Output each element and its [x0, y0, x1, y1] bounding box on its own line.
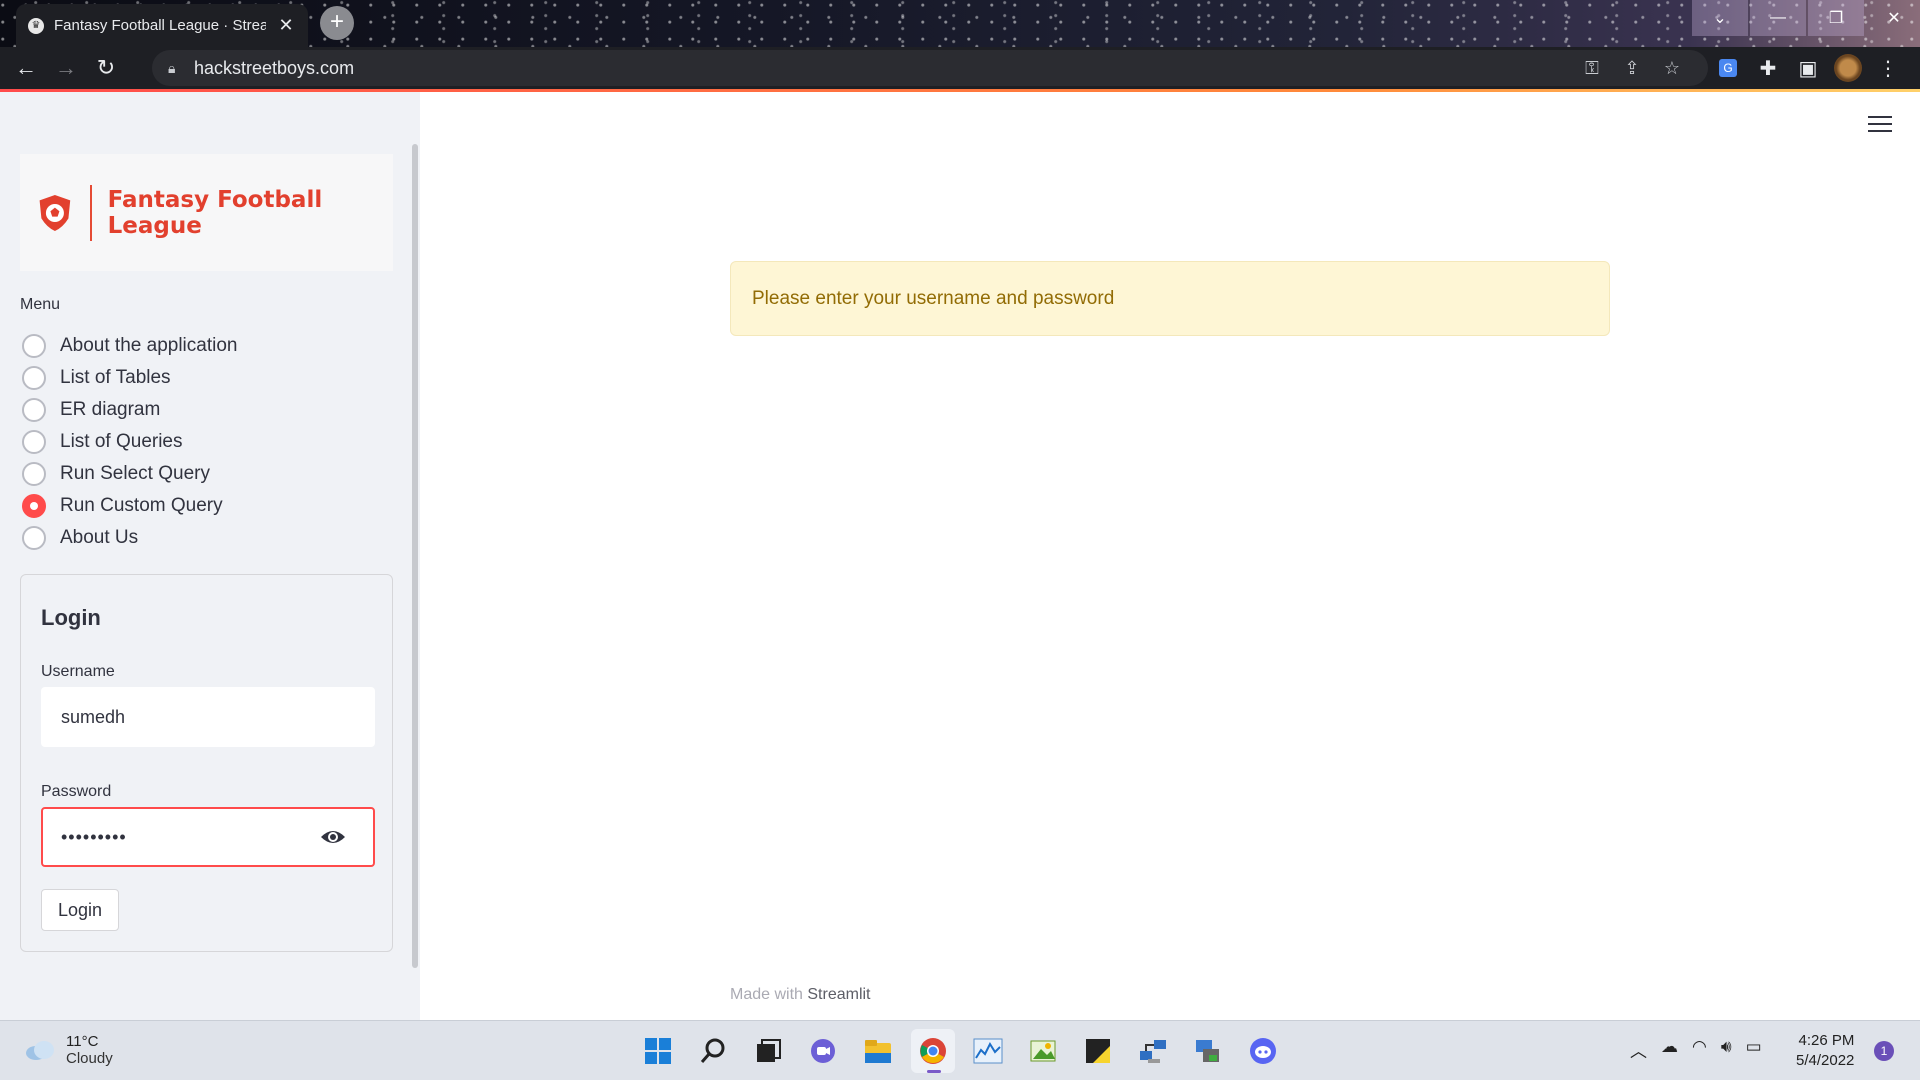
cloud-icon — [26, 1041, 54, 1060]
app-logo: Fantasy Football League — [20, 154, 393, 271]
clock[interactable]: 4:26 PM 5/4/2022 — [1796, 1031, 1854, 1071]
menu-item-label: List of Queries — [60, 431, 183, 452]
onedrive-cloud-icon[interactable]: ☁ — [1661, 1037, 1678, 1062]
menu-item-label: About Us — [60, 527, 139, 548]
streamlit-favicon-icon: ♛ — [28, 17, 44, 34]
start-icon[interactable] — [636, 1029, 680, 1073]
restore-button[interactable]: ❐ — [1808, 0, 1864, 36]
username-field[interactable] — [41, 687, 375, 747]
photos-icon[interactable] — [1021, 1029, 1065, 1073]
back-arrow-icon[interactable]: ← — [6, 48, 46, 88]
menu-item-about-us[interactable]: About Us — [22, 522, 237, 554]
minimize-button[interactable]: — — [1750, 0, 1806, 36]
close-window-button[interactable]: ✕ — [1866, 0, 1920, 36]
chevron-up-icon[interactable]: ︿ — [1630, 1037, 1647, 1062]
volume-icon[interactable]: 🔊︎ — [1721, 1037, 1732, 1062]
weather-description: Cloudy — [66, 1050, 113, 1067]
main-content: Please enter your username and password … — [420, 92, 1920, 1020]
footer: Made with Streamlit — [730, 986, 871, 1004]
discord-icon[interactable] — [1241, 1029, 1285, 1073]
battery-icon[interactable]: ▭ — [1746, 1037, 1762, 1062]
eye-icon[interactable] — [319, 825, 347, 849]
sidebar: Fantasy Football League Menu About the a… — [0, 92, 420, 1020]
menu-item-label: Run Custom Query — [60, 495, 223, 516]
radio-unselected-icon[interactable] — [22, 430, 46, 454]
shield-ball-icon — [39, 194, 71, 231]
menu-item-list-of-queries[interactable]: List of Queries — [22, 426, 237, 458]
menu-item-about-the-application[interactable]: About the application — [22, 330, 237, 362]
username-label: Username — [41, 663, 115, 680]
system-tray: ︿ ☁ ◠ 🔊︎ ▭ — [1630, 1037, 1762, 1062]
password-label: Password — [41, 783, 112, 800]
radio-unselected-icon[interactable] — [22, 366, 46, 390]
sticky-notes-icon[interactable] — [1076, 1029, 1120, 1073]
logo-text: Fantasy Football League — [107, 186, 323, 239]
menu-item-er-diagram[interactable]: ER diagram — [22, 394, 237, 426]
translate-icon[interactable]: G — [1708, 48, 1748, 88]
menu-item-list-of-tables[interactable]: List of Tables — [22, 362, 237, 394]
search-icon[interactable] — [691, 1029, 735, 1073]
menu-item-run-select-query[interactable]: Run Select Query — [22, 458, 237, 490]
forward-arrow-icon[interactable]: → — [46, 48, 86, 88]
browser-tab[interactable]: ♛ Fantasy Football League · Streamlit ✕ — [16, 4, 308, 47]
browser-menu-icon[interactable]: ⋮ — [1868, 48, 1908, 88]
new-tab-button[interactable]: + — [320, 6, 354, 40]
menu-item-label: ER diagram — [60, 399, 161, 420]
clock-time: 4:26 PM — [1798, 1032, 1855, 1049]
tab-search-icon[interactable]: ⌄ — [1692, 0, 1748, 36]
network-tool-icon[interactable] — [1131, 1029, 1175, 1073]
tab-title: Fantasy Football League · Streamlit — [54, 17, 266, 34]
radio-unselected-icon[interactable] — [22, 462, 46, 486]
hamburger-menu-icon[interactable] — [1868, 116, 1892, 136]
sidebar-scrollbar[interactable] — [412, 144, 418, 968]
wifi-icon[interactable]: ◠ — [1692, 1037, 1707, 1062]
login-form: Login Username Password Login — [20, 574, 393, 952]
lock-icon[interactable]: 🔒︎ — [168, 60, 188, 77]
streamlit-link[interactable]: Streamlit — [807, 986, 870, 1003]
tab-close-icon[interactable]: ✕ — [276, 15, 296, 36]
profile-avatar[interactable] — [1828, 48, 1868, 88]
address-bar[interactable]: 🔒︎ hackstreetboys.com ⚿ ⇪ ☆ — [152, 50, 1708, 86]
radio-unselected-icon[interactable] — [22, 526, 46, 550]
browser-toolbar: ← → ↻ 🔒︎ hackstreetboys.com ⚿ ⇪ ☆ G ✚ ▣ … — [0, 47, 1920, 89]
radio-selected-icon[interactable] — [22, 494, 46, 518]
url-text[interactable]: hackstreetboys.com — [194, 58, 1572, 79]
vpn-tool-icon[interactable] — [1186, 1029, 1230, 1073]
windows-taskbar: 11°C Cloudy ︿ ☁ ◠ 🔊︎ ▭ 4:26 PM 5/4/2022 … — [0, 1020, 1920, 1080]
taskbar-apps — [636, 1029, 1285, 1073]
footer-text: Made with — [730, 986, 803, 1003]
key-icon[interactable]: ⚿ — [1572, 58, 1612, 79]
menu-item-run-custom-query[interactable]: Run Custom Query — [22, 490, 237, 522]
menu-item-label: Run Select Query — [60, 463, 210, 484]
login-title: Login — [41, 605, 101, 630]
menu-item-label: About the application — [60, 335, 238, 356]
alert-text: Please enter your username and password — [752, 287, 1115, 309]
menu-label: Menu — [20, 296, 61, 313]
weather-temperature: 11°C — [66, 1033, 99, 1050]
teams-chat-icon[interactable] — [801, 1029, 845, 1073]
menu-item-label: List of Tables — [60, 367, 171, 388]
logo-divider — [89, 184, 92, 241]
menu-radio-group: About the application List of Tables ER di… — [22, 330, 237, 554]
file-explorer-icon[interactable] — [856, 1029, 900, 1073]
side-panel-icon[interactable]: ▣ — [1788, 48, 1828, 88]
resource-monitor-icon[interactable] — [966, 1029, 1010, 1073]
bookmark-star-icon[interactable]: ☆ — [1652, 58, 1692, 79]
radio-unselected-icon[interactable] — [22, 334, 46, 358]
task-view-icon[interactable] — [746, 1029, 790, 1073]
clock-date: 5/4/2022 — [1796, 1052, 1855, 1069]
login-button[interactable]: Login — [41, 889, 119, 931]
warning-alert: Please enter your username and password — [730, 261, 1610, 336]
radio-unselected-icon[interactable] — [22, 398, 46, 422]
reload-icon[interactable]: ↻ — [86, 48, 126, 88]
browser-tab-bar: ♛ Fantasy Football League · Streamlit ✕ … — [0, 0, 1920, 47]
notification-badge[interactable]: 1 — [1874, 1041, 1894, 1061]
share-icon[interactable]: ⇪ — [1612, 58, 1652, 79]
chrome-icon[interactable] — [911, 1029, 955, 1073]
weather-widget[interactable]: 11°C Cloudy — [24, 1033, 113, 1067]
extensions-puzzle-icon[interactable]: ✚ — [1748, 48, 1788, 88]
